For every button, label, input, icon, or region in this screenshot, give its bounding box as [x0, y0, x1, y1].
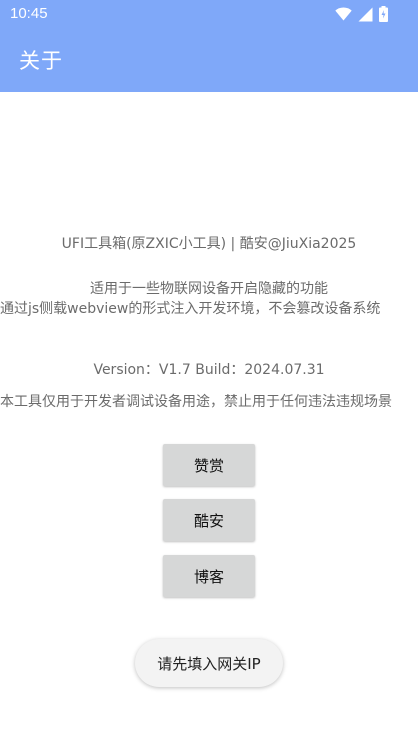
blog-button[interactable]: 博客: [163, 555, 255, 597]
description-line-2: 通过js侧载webview的形式注入开发环境，不会篡改设备系统: [0, 301, 381, 317]
description-line-1: 适用于一些物联网设备开启隐藏的功能: [90, 281, 328, 297]
status-bar: 10:45: [0, 0, 418, 28]
disclaimer-text: 本工具仅用于开发者调试设备用途，禁止用于任何违法违规场景: [0, 394, 392, 410]
version-text: Version：V1.7 Build：2024.07.31: [93, 362, 325, 378]
coolapk-button[interactable]: 酷安: [163, 499, 255, 541]
app-bar: 关于: [0, 28, 418, 92]
page-title: 关于: [19, 49, 63, 73]
status-icons: [335, 6, 388, 22]
reward-button[interactable]: 赞赏: [163, 444, 255, 486]
toast-message: 请先填入网关IP: [135, 639, 283, 687]
signal-icon: [358, 7, 373, 21]
battery-icon: [379, 6, 388, 22]
credit-text: UFI工具箱(原ZXIC小工具) | 酷安@JiuXia2025: [61, 236, 357, 252]
wifi-icon: [335, 7, 352, 21]
status-time: 10:45: [10, 5, 48, 22]
